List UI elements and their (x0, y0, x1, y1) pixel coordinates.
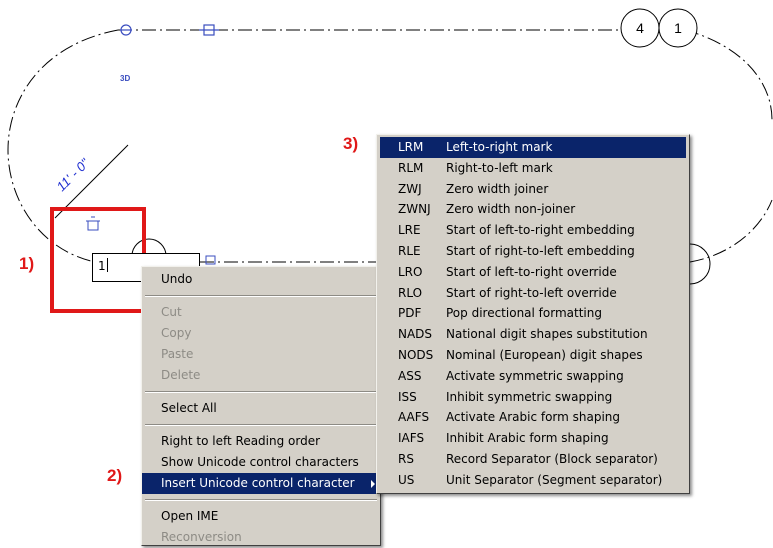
submenu-item-zwnj[interactable]: ZWNJ Zero width non-joiner (380, 199, 686, 220)
wall-right-lower (689, 199, 773, 263)
control-code: PDF (398, 306, 422, 321)
menu-item-label: Reconversion (161, 530, 242, 544)
submenu-arrow-icon (371, 480, 375, 488)
menu-item-paste[interactable]: Paste (142, 344, 380, 365)
control-code: RLM (398, 160, 424, 175)
grid-bubble-label: 1 (674, 20, 682, 36)
control-description: Start of left-to-right override (446, 264, 617, 279)
edit-marker-icon (205, 255, 216, 265)
control-description: Inhibit Arabic form shaping (446, 431, 609, 446)
control-description: Activate Arabic form shaping (446, 410, 621, 425)
control-code: US (398, 472, 415, 487)
menu-item-copy[interactable]: Copy (142, 323, 380, 344)
submenu-item-lro[interactable]: LRO Start of left-to-right override (380, 262, 686, 283)
grid-bubble-partial (689, 243, 711, 285)
control-description: National digit shapes substitution (446, 327, 648, 342)
step-1-label: 1) (19, 254, 35, 273)
control-code: ASS (398, 368, 422, 383)
menu-item-label: Copy (161, 326, 192, 340)
control-description: Start of left-to-right embedding (446, 223, 635, 238)
grid-bubbles: 4 1 (620, 8, 698, 48)
menu-item-undo[interactable]: Undo (142, 269, 380, 290)
submenu-item-rlm[interactable]: RLM Right-to-left mark (380, 158, 686, 179)
control-code: LRO (398, 264, 423, 279)
control-description: Zero width joiner (446, 181, 549, 196)
control-description: Nominal (European) digit shapes (446, 347, 643, 362)
menu-item-label: Paste (161, 347, 194, 361)
text-caret (106, 258, 108, 272)
menu-item-label: Open IME (161, 509, 219, 523)
submenu-item-zwj[interactable]: ZWJ Zero width joiner (380, 179, 686, 200)
menu-item-label: Show Unicode control characters (161, 455, 359, 469)
grid-bubble-label: 4 (636, 20, 644, 36)
control-description: Right-to-left mark (446, 160, 553, 175)
menu-separator (145, 499, 377, 501)
menu-item-label: Right to left Reading order (161, 434, 321, 448)
unicode-control-submenu: LRM Left-to-right mark RLM Right-to-left m… (376, 134, 690, 494)
menu-item-delete[interactable]: Delete (142, 365, 380, 386)
menu-separator (145, 295, 377, 297)
menu-item-show-unicode-control[interactable]: Show Unicode control characters (142, 452, 380, 473)
menu-separator (145, 424, 377, 426)
step-3-label: 3) (343, 134, 359, 153)
submenu-item-ass[interactable]: ASS Activate symmetric swapping (380, 366, 686, 387)
submenu-item-pdf[interactable]: PDF Pop directional formatting (380, 303, 686, 324)
control-description: Record Separator (Block separator) (446, 451, 658, 466)
submenu-item-rle[interactable]: RLE Start of right-to-left embedding (380, 241, 686, 262)
submenu-item-aafs[interactable]: AAFS Activate Arabic form shaping (380, 407, 686, 428)
context-menu: Undo Cut Copy Paste Delete Select All Ri… (141, 266, 381, 546)
control-description: Start of right-to-left embedding (446, 243, 635, 258)
submenu-item-iss[interactable]: ISS Inhibit symmetric swapping (380, 387, 686, 408)
menu-item-label: Delete (161, 368, 201, 382)
submenu-item-lrm[interactable]: LRM Left-to-right mark (380, 137, 686, 158)
control-description: Unit Separator (Segment separator) (446, 472, 663, 487)
control-description: Start of right-to-left override (446, 285, 617, 300)
menu-item-cut[interactable]: Cut (142, 302, 380, 323)
wall-right-arc (684, 29, 773, 121)
control-code: NODS (398, 347, 434, 362)
control-description: Zero width non-joiner (446, 202, 576, 217)
menu-item-select-all[interactable]: Select All (142, 398, 380, 419)
menu-item-label: Select All (161, 401, 217, 415)
view-3d-tag: 3D (120, 74, 130, 83)
menu-item-label: Undo (161, 272, 193, 286)
control-description: Left-to-right mark (446, 140, 553, 154)
input-value: 1 (98, 259, 106, 273)
control-code: RLE (398, 243, 421, 258)
submenu-item-iafs[interactable]: IAFS Inhibit Arabic form shaping (380, 428, 686, 449)
control-code: RS (398, 451, 414, 466)
control-code: ZWNJ (398, 202, 431, 217)
control-description: Pop directional formatting (446, 306, 602, 321)
control-description: Activate symmetric swapping (446, 368, 624, 383)
control-code: ISS (398, 389, 417, 404)
menu-separator (145, 391, 377, 393)
submenu-item-nads[interactable]: NADS National digit shapes substitution (380, 324, 686, 345)
menu-item-insert-unicode-control[interactable]: Insert Unicode control character (142, 473, 380, 494)
control-code: AAFS (398, 410, 430, 425)
menu-item-open-ime[interactable]: Open IME (142, 506, 380, 527)
step-2-label: 2) (107, 466, 123, 485)
control-code: IAFS (398, 431, 425, 446)
submenu-item-lre[interactable]: LRE Start of left-to-right embedding (380, 220, 686, 241)
control-code: RLO (398, 285, 423, 300)
control-code: LRE (398, 223, 421, 238)
menu-item-label: Insert Unicode control character (161, 476, 355, 490)
control-description: Inhibit symmetric swapping (446, 389, 613, 404)
dimension-text: 11' - 0" (54, 155, 93, 194)
control-code: NADS (398, 327, 433, 342)
control-code: LRM (398, 140, 424, 154)
submenu-item-us[interactable]: US Unit Separator (Segment separator) (380, 470, 686, 491)
menu-item-reconversion[interactable]: Reconversion (142, 527, 380, 548)
control-code: ZWJ (398, 181, 422, 196)
submenu-item-rlo[interactable]: RLO Start of right-to-left override (380, 283, 686, 304)
menu-item-rtl-reading-order[interactable]: Right to left Reading order (142, 431, 380, 452)
menu-item-label: Cut (161, 305, 182, 319)
submenu-item-rs[interactable]: RS Record Separator (Block separator) (380, 449, 686, 470)
submenu-item-nods[interactable]: NODS Nominal (European) digit shapes (380, 345, 686, 366)
